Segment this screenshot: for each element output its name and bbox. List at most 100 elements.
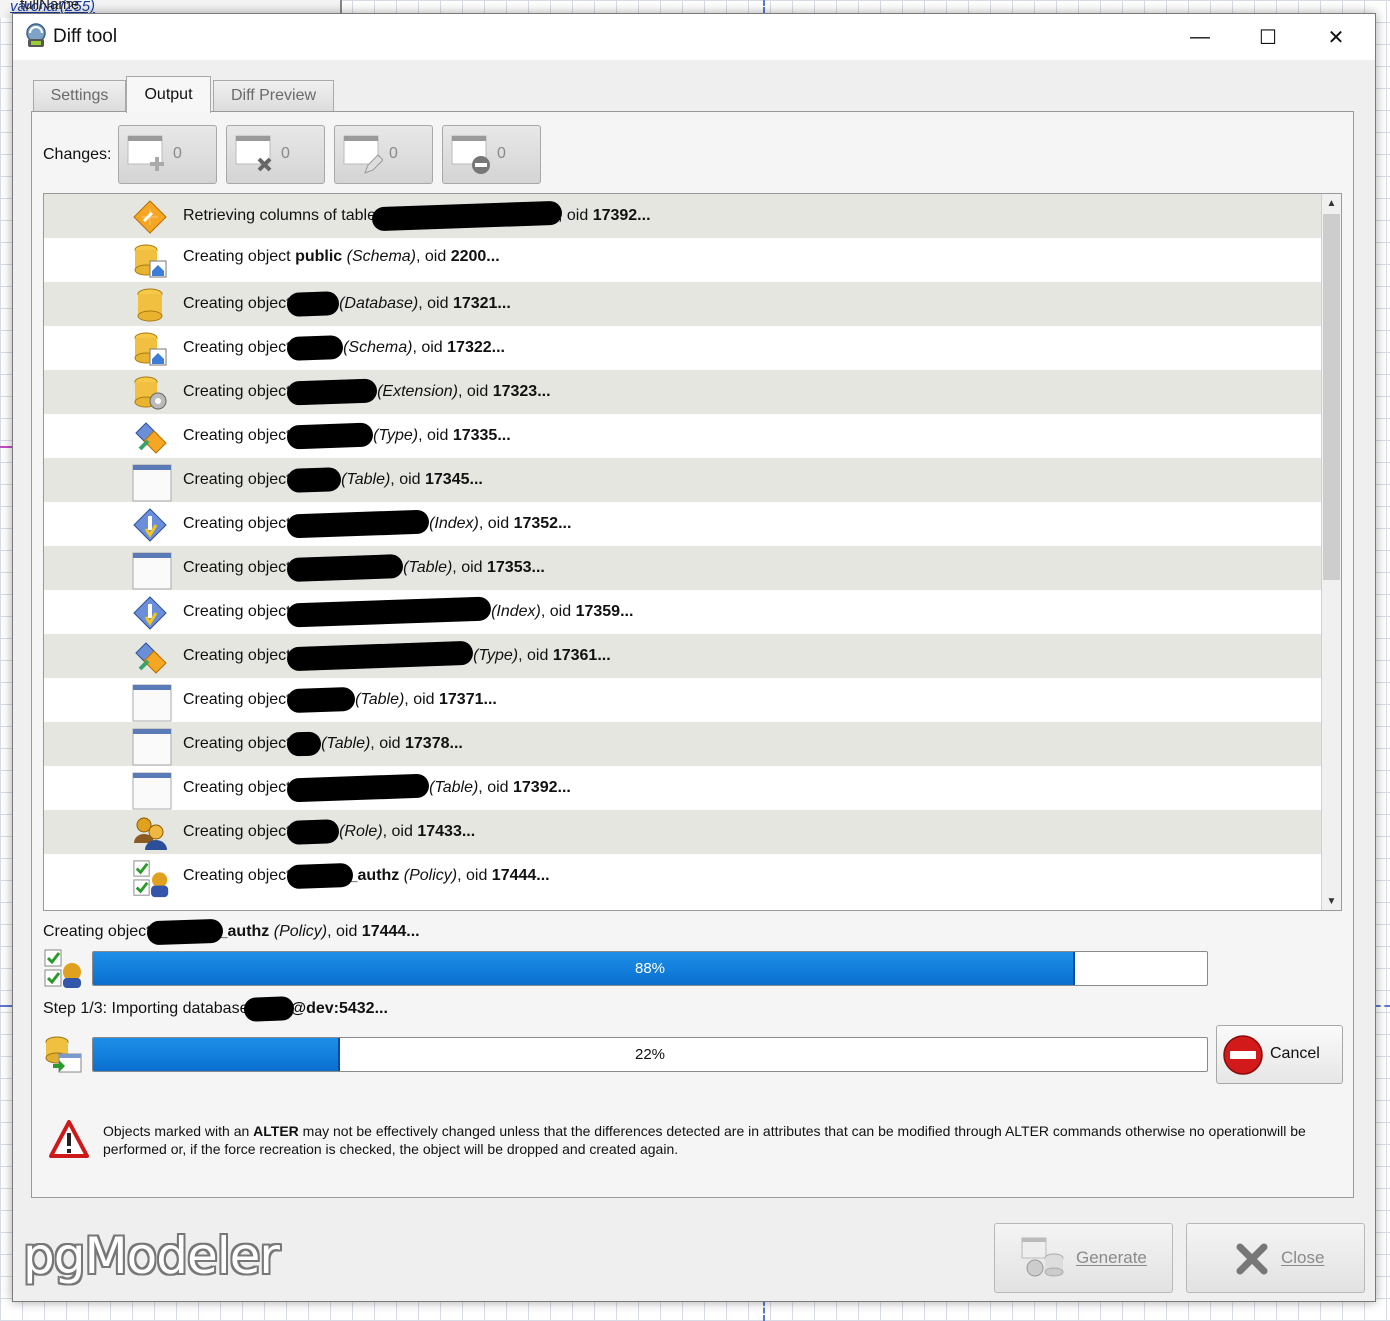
- table-icon: [132, 683, 172, 722]
- altered-count: 0: [389, 145, 398, 162]
- ignored-objects-button[interactable]: 0: [442, 125, 541, 184]
- log-row-text: Creating object (Table), oid 17371...: [183, 686, 497, 714]
- object-progress-bar: 88%: [92, 951, 1208, 986]
- log-row-text: Creating object (Table), oid 17345...: [183, 467, 483, 493]
- log-row-text: Creating object public (Schema), oid 220…: [183, 248, 500, 265]
- minimize-button[interactable]: —: [1166, 14, 1234, 60]
- object-progress-label: 88%: [634, 960, 666, 977]
- table-icon: [132, 771, 172, 810]
- policy-icon: [44, 949, 81, 988]
- close-window-button[interactable]: ✕: [1302, 14, 1370, 60]
- canvas-relationship-line: [0, 446, 12, 448]
- table-icon: [132, 727, 172, 766]
- warning-icon: [49, 1120, 89, 1158]
- cancel-label: Cancel: [1270, 1045, 1320, 1062]
- tab-diff-preview[interactable]: Diff Preview: [213, 80, 334, 111]
- redacted-name: [286, 862, 354, 890]
- log-row-text: Creating object (Table), oid 17378...: [183, 731, 463, 757]
- dropped-objects-button[interactable]: 0: [226, 125, 325, 184]
- minimize-icon: —: [1190, 25, 1210, 48]
- log-row-text: Creating object (Extension), oid 17323..…: [183, 378, 551, 406]
- log-row-text: Creating object (Index), oid 17359...: [183, 596, 633, 628]
- scroll-down-icon[interactable]: ▼: [1322, 892, 1341, 910]
- role-icon: [132, 815, 168, 851]
- maximize-icon: ☐: [1259, 26, 1277, 49]
- create-object-icon: [127, 135, 164, 171]
- policy-icon: [132, 859, 169, 898]
- canvas-guide-line: [1375, 1005, 1390, 1007]
- step-progress-status: Step 1/3: Importing database @dev:5432...: [43, 996, 388, 1022]
- generate-label: Generate: [1076, 1248, 1147, 1267]
- schema-icon: [132, 243, 168, 279]
- close-button[interactable]: Close: [1186, 1223, 1365, 1293]
- redacted-name: [286, 686, 356, 714]
- tab-output[interactable]: Output: [126, 76, 211, 113]
- maximize-button[interactable]: ☐: [1234, 14, 1302, 60]
- altered-objects-button[interactable]: 0: [334, 125, 433, 184]
- pgmodeler-logo: pgModeler: [23, 1227, 280, 1285]
- step-progress-bar: 22%: [92, 1037, 1208, 1072]
- window-title: Diff tool: [53, 26, 118, 47]
- log-row: Creating object (Table), oid 17392...: [44, 766, 1321, 810]
- cancel-button[interactable]: Cancel: [1216, 1025, 1343, 1084]
- log-row: Creating object (Schema), oid 17322...: [44, 326, 1321, 370]
- log-row: Creating object (Type), oid 17335...: [44, 414, 1321, 458]
- redacted-name: [286, 819, 340, 845]
- object-progress-status: Creating object _authz (Policy), oid 1744…: [43, 918, 420, 946]
- step-progress-label: 22%: [634, 1046, 666, 1063]
- log-row-text: Creating object (Index), oid 17352...: [183, 509, 571, 539]
- table-icon: [132, 463, 172, 502]
- table-icon: [132, 551, 172, 590]
- redacted-name: [286, 422, 374, 450]
- log-row: Creating object (Table), oid 17378...: [44, 722, 1321, 766]
- close-x-icon: [1236, 1243, 1268, 1275]
- log-row-text: Creating object (Type), oid 17335...: [183, 422, 511, 450]
- redacted-name: [286, 378, 378, 406]
- tab-settings[interactable]: Settings: [33, 80, 126, 111]
- log-row: Creating object (Database), oid 17321...: [44, 282, 1321, 326]
- created-objects-button[interactable]: 0: [118, 125, 217, 184]
- scroll-up-icon[interactable]: ▲: [1322, 194, 1341, 212]
- generate-button[interactable]: Generate: [994, 1223, 1173, 1293]
- redacted-name: [286, 467, 342, 493]
- database-icon: [132, 287, 168, 323]
- log-row: Creating object (Table), oid 17353...: [44, 546, 1321, 590]
- log-row-text: Creating object (Role), oid 17433...: [183, 819, 475, 845]
- close-icon: ✕: [1327, 26, 1345, 49]
- dropped-count: 0: [281, 145, 290, 162]
- log-row-text: Creating object (Table), oid 17392...: [183, 773, 571, 803]
- title-bar: Diff tool — ☐ ✕: [13, 14, 1375, 60]
- redacted-name: [286, 335, 344, 361]
- index-icon: [132, 507, 168, 543]
- diff-tool-icon: [26, 23, 46, 47]
- log-row-text: Creating object _authz (Policy), oid 1744…: [183, 862, 550, 890]
- log-scrollbar[interactable]: ▲ ▼: [1321, 194, 1341, 910]
- schema-icon: [132, 331, 168, 367]
- log-row: Creating object (Table), oid 17345...: [44, 458, 1321, 502]
- redacted-name: [286, 509, 430, 539]
- type-icon: [132, 639, 168, 675]
- log-row: Creating object (Extension), oid 17323..…: [44, 370, 1321, 414]
- redacted-name: [286, 773, 430, 803]
- log-row-text: Creating object (Database), oid 17321...: [183, 291, 511, 317]
- redacted-name: [286, 553, 404, 583]
- column-icon: [132, 199, 168, 235]
- type-icon: [132, 419, 168, 455]
- index-icon: [132, 595, 168, 631]
- log-row: Creating object (Type), oid 17361...: [44, 634, 1321, 678]
- output-log-list[interactable]: Retrieving columns of table, oid 17392..…: [43, 193, 1342, 911]
- log-row: Creating object (Table), oid 17371...: [44, 678, 1321, 722]
- log-row: Creating object _authz (Policy), oid 1744…: [44, 854, 1321, 898]
- log-row-text: Creating object (Schema), oid 17322...: [183, 335, 505, 361]
- redacted-name: [286, 291, 340, 317]
- scrollbar-thumb[interactable]: [1323, 214, 1340, 580]
- diff-tool-window: Diff tool — ☐ ✕ Settings Output Diff Pre…: [12, 13, 1376, 1302]
- drop-object-icon: [235, 135, 272, 172]
- generate-icon: [1021, 1237, 1064, 1277]
- import-database-icon: [45, 1036, 82, 1073]
- log-row: Retrieving columns of table, oid 17392..…: [44, 194, 1321, 238]
- log-row: Creating object (Role), oid 17433...: [44, 810, 1321, 854]
- redacted-name: [286, 596, 491, 628]
- close-label: Close: [1281, 1248, 1325, 1267]
- redacted-name: [371, 200, 563, 232]
